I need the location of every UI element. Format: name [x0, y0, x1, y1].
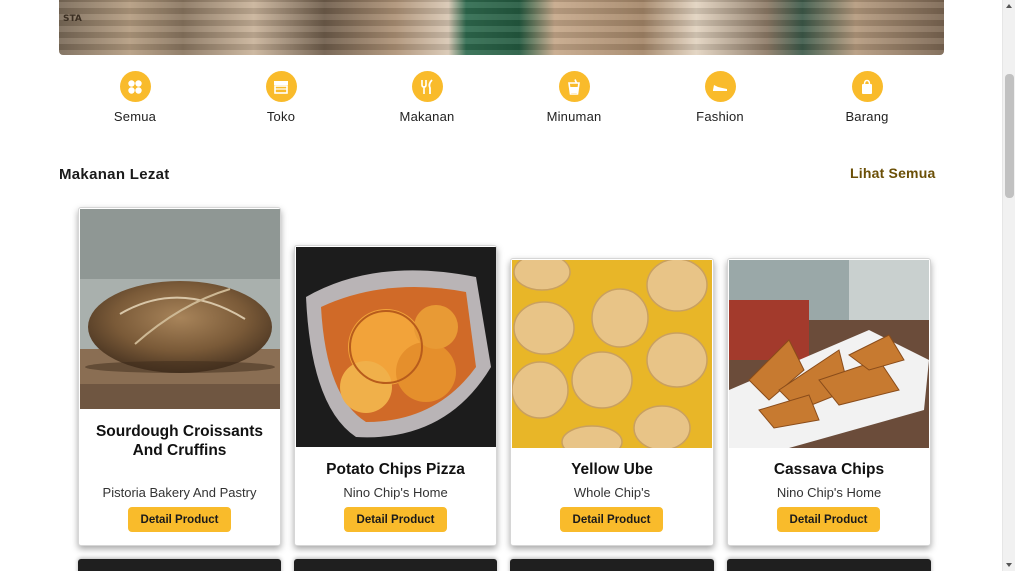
product-card-partial[interactable] — [510, 559, 714, 571]
product-card[interactable]: Sourdough Croissants And Cruffins Pistor… — [78, 207, 281, 546]
section-title: Makanan Lezat — [59, 166, 170, 183]
product-card[interactable]: Potato Chips Pizza Nino Chip's Home Deta… — [294, 245, 497, 546]
fork-knife-icon — [411, 71, 443, 102]
product-card-partial[interactable] — [727, 559, 931, 571]
see-all-link[interactable]: Lihat Semua — [850, 165, 935, 181]
product-card[interactable]: Cassava Chips Nino Chip's Home Detail Pr… — [727, 258, 931, 546]
category-label: Makanan — [399, 109, 455, 124]
product-image-chips-bag[interactable] — [296, 247, 496, 447]
grid-icon — [119, 71, 151, 102]
category-label: Semua — [113, 109, 157, 124]
category-makanan[interactable]: Makanan — [377, 71, 477, 124]
detail-product-button[interactable]: Detail Product — [777, 507, 880, 532]
category-label: Toko — [266, 109, 296, 124]
shoe-icon — [704, 71, 736, 102]
hero-banner-text: STA — [63, 14, 82, 24]
page: STA Semua Toko Makanan Minuman Fashion B… — [0, 0, 1002, 571]
product-name: Potato Chips Pizza — [326, 461, 465, 478]
category-bar: Semua Toko Makanan Minuman Fashion Baran… — [59, 71, 944, 127]
product-card-partial[interactable] — [78, 559, 281, 571]
store-icon — [265, 71, 297, 102]
detail-product-button[interactable]: Detail Product — [344, 507, 447, 532]
vertical-scrollbar[interactable] — [1002, 0, 1015, 571]
product-card-partial[interactable] — [294, 559, 497, 571]
category-label: Barang — [845, 109, 889, 124]
category-toko[interactable]: Toko — [231, 71, 331, 124]
product-shop: Whole Chip's — [573, 485, 651, 500]
scroll-up-arrow-icon[interactable] — [1006, 4, 1012, 8]
product-shop: Nino Chip's Home — [776, 485, 882, 500]
product-shop: Nino Chip's Home — [343, 485, 448, 500]
product-name: Cassava Chips — [773, 461, 885, 478]
product-name: Yellow Ube — [571, 461, 653, 478]
detail-product-button[interactable]: Detail Product — [128, 507, 231, 532]
category-barang[interactable]: Barang — [817, 71, 917, 124]
product-image-bread[interactable] — [80, 209, 280, 409]
category-semua[interactable]: Semua — [85, 71, 185, 124]
product-name: Sourdough Croissants And Cruffins — [95, 423, 264, 459]
category-label: Minuman — [546, 109, 602, 124]
bag-icon — [851, 71, 883, 102]
cup-icon — [558, 71, 590, 102]
product-image-cassava[interactable] — [729, 260, 929, 448]
product-shop: Pistoria Bakery And Pastry — [102, 485, 257, 500]
product-image-chips-yellow[interactable] — [512, 260, 712, 448]
scroll-down-arrow-icon[interactable] — [1006, 563, 1012, 567]
product-card[interactable]: Yellow Ube Whole Chip's Detail Product — [510, 258, 714, 546]
category-minuman[interactable]: Minuman — [524, 71, 624, 124]
detail-product-button[interactable]: Detail Product — [560, 507, 663, 532]
scrollbar-thumb[interactable] — [1005, 74, 1014, 198]
hero-banner-image: STA — [59, 0, 944, 55]
category-label: Fashion — [696, 109, 744, 124]
category-fashion[interactable]: Fashion — [670, 71, 770, 124]
